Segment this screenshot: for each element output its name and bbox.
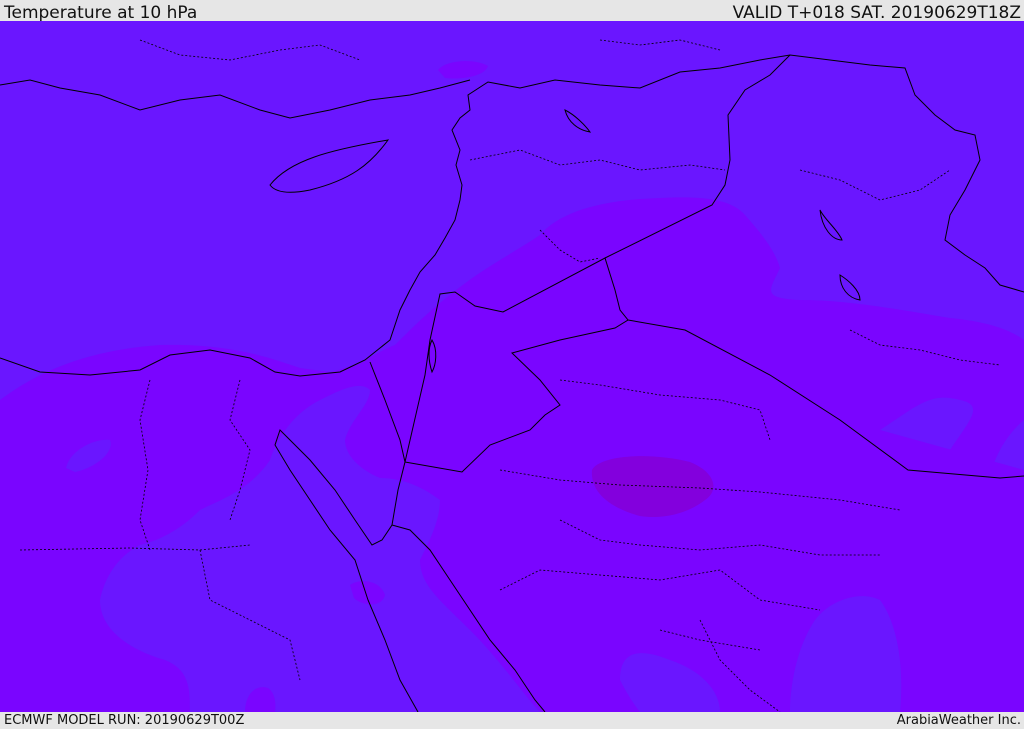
temperature-map[interactable] <box>0 21 1024 712</box>
model-run-label: ECMWF MODEL RUN: 20190629T00Z <box>4 713 245 728</box>
map-title: Temperature at 10 hPa <box>4 3 198 23</box>
credit-label: ArabiaWeather Inc. <box>896 713 1021 728</box>
header-bar: Temperature at 10 hPa VALID T+018 SAT. 2… <box>0 0 1024 23</box>
footer-bar: ECMWF MODEL RUN: 20190629T00Z ArabiaWeat… <box>0 712 1024 729</box>
valid-time-label: VALID T+018 SAT. 20190629T18Z <box>732 3 1021 23</box>
